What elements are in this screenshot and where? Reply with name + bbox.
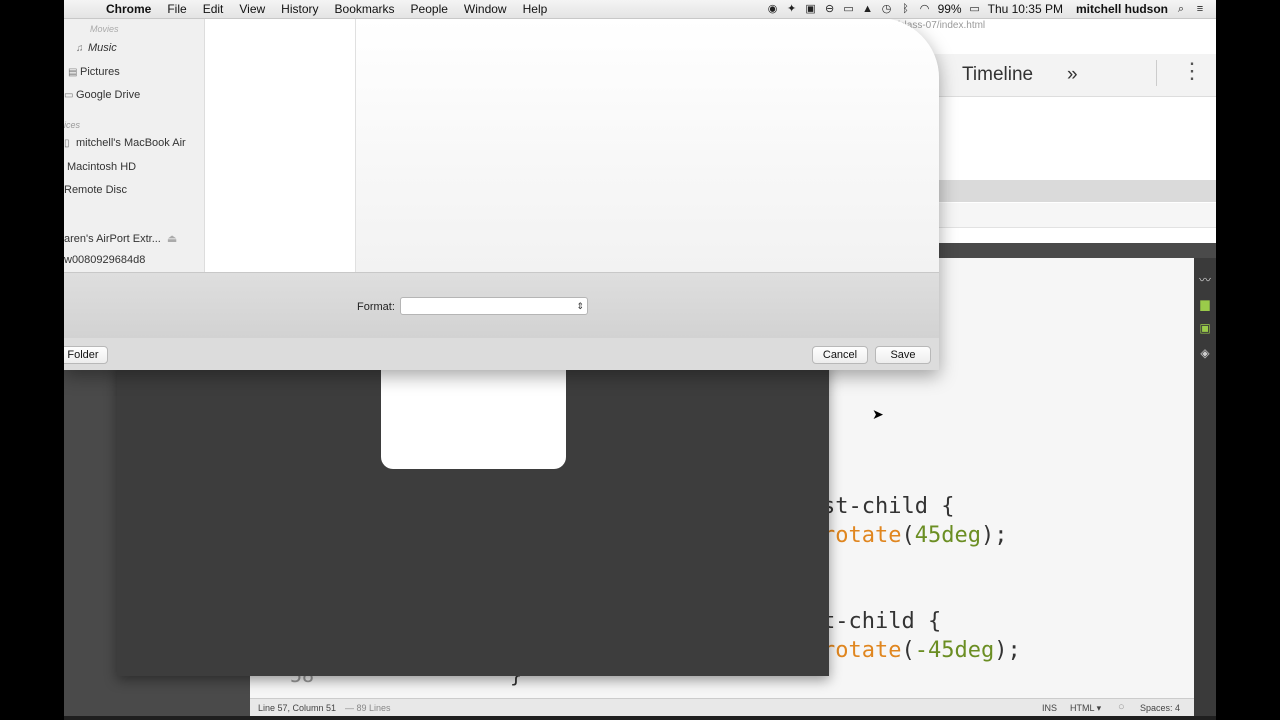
- menu-window[interactable]: Window: [456, 2, 515, 16]
- clock[interactable]: Thu 10:35 PM: [988, 2, 1063, 16]
- eject-icon[interactable]: ⏏: [167, 233, 177, 245]
- mouse-pointer-icon: ➤: [872, 406, 884, 422]
- dropbox-icon[interactable]: ✦: [786, 3, 798, 15]
- insert-mode[interactable]: INS: [1042, 703, 1057, 713]
- airplay-icon[interactable]: ▲: [862, 3, 874, 15]
- extension-icon[interactable]: ▆: [1198, 297, 1212, 311]
- sidebar-devices-header: ices: [64, 120, 81, 130]
- pictures-icon: ▤: [68, 67, 78, 78]
- tab-divider: [1156, 60, 1157, 86]
- code-line: rotate(45deg);: [822, 523, 1008, 548]
- music-icon: ♫: [76, 43, 84, 54]
- letterbox-left: [0, 0, 64, 720]
- kebab-menu-icon[interactable]: ⋮: [1181, 60, 1203, 82]
- menu-edit[interactable]: Edit: [195, 2, 232, 16]
- sidebar-item-macintosh-hd[interactable]: Macintosh HD: [67, 161, 136, 173]
- sidebar-item-macbook[interactable]: ▯ mitchell's MacBook Air: [64, 137, 186, 149]
- tab-timeline[interactable]: Timeline: [962, 64, 1033, 86]
- record-icon[interactable]: ◉: [767, 3, 779, 15]
- editor-statusbar: Line 57, Column 51 — 89 Lines INS HTML ▾…: [250, 698, 1194, 717]
- sidebar-item-google-drive[interactable]: ▭ Google Drive: [64, 89, 140, 101]
- battery-icon[interactable]: ▭: [969, 3, 981, 15]
- menu-bookmarks[interactable]: Bookmarks: [327, 2, 403, 16]
- display-icon[interactable]: ▭: [843, 3, 855, 15]
- browser-column[interactable]: [356, 18, 939, 272]
- sidebar-item-movies[interactable]: Movies: [90, 24, 119, 34]
- cursor-position[interactable]: Line 57, Column 51: [258, 703, 336, 713]
- language-selector[interactable]: HTML ▾: [1070, 703, 1101, 714]
- gift-icon[interactable]: ▣: [1198, 321, 1212, 335]
- time-machine-icon[interactable]: ◷: [881, 3, 893, 15]
- menu-file[interactable]: File: [159, 2, 194, 16]
- indent-setting[interactable]: Spaces: 4: [1140, 703, 1180, 713]
- dock-edge: [64, 716, 1216, 720]
- save-dialog: Movies ♫ Music ▤ Pictures ▭ Google Drive ic…: [64, 18, 939, 370]
- save-button[interactable]: Save: [875, 346, 931, 364]
- browser-column[interactable]: [205, 18, 356, 272]
- menu-app-name[interactable]: Chrome: [98, 2, 159, 16]
- format-bar: Format: ⇕: [64, 272, 939, 339]
- letterbox-right: [1216, 0, 1280, 720]
- menu-history[interactable]: History: [273, 2, 326, 16]
- cancel-button[interactable]: Cancel: [812, 346, 868, 364]
- laptop-icon: ▯: [64, 138, 70, 149]
- dialog-action-bar: Folder Cancel Save: [64, 338, 939, 370]
- format-select[interactable]: ⇕: [400, 297, 588, 315]
- code-line: t-child {: [822, 609, 942, 634]
- more-tabs-icon[interactable]: »: [1067, 64, 1078, 86]
- mac-menubar: Chrome File Edit View History Bookmarks …: [64, 0, 1216, 19]
- new-folder-button[interactable]: Folder: [64, 346, 108, 364]
- bluetooth-icon[interactable]: ᛒ: [900, 3, 912, 15]
- sidebar-item-remote-disc[interactable]: Remote Disc: [64, 184, 127, 196]
- screen: Chrome File Edit View History Bookmarks …: [64, 0, 1216, 720]
- sync-icon[interactable]: ⊖: [824, 3, 836, 15]
- lint-status-icon[interactable]: ○: [1118, 701, 1125, 713]
- preview-window: [117, 360, 829, 676]
- finder-sidebar: Movies ♫ Music ▤ Pictures ▭ Google Drive ic…: [64, 18, 205, 272]
- spotlight-icon[interactable]: ⌕: [1175, 3, 1187, 15]
- sidebar-item-airport[interactable]: aren's AirPort Extr... ⏏: [64, 232, 177, 245]
- activity-icon[interactable]: 〰: [1198, 273, 1212, 287]
- menu-view[interactable]: View: [231, 2, 273, 16]
- menubar-status-area: ◉ ✦ ▣ ⊖ ▭ ▲ ◷ ᛒ ◠ 99% ▭ Thu 10:35 PM mit…: [767, 2, 1216, 16]
- sidebar-item-network-device[interactable]: w0080929684d8: [64, 254, 145, 266]
- code-line: rotate(-45deg);: [822, 638, 1021, 663]
- editor-right-rail: 〰 ▆ ▣ ◈: [1194, 258, 1216, 720]
- updown-chevron-icon: ⇕: [576, 301, 584, 311]
- line-count: — 89 Lines: [345, 703, 391, 713]
- layers-icon[interactable]: ◈: [1198, 346, 1212, 360]
- notification-center-icon[interactable]: ≡: [1194, 3, 1206, 15]
- format-label: Format:: [357, 301, 395, 313]
- screen-icon[interactable]: ▣: [805, 3, 817, 15]
- wifi-icon[interactable]: ◠: [919, 3, 931, 15]
- sidebar-item-pictures[interactable]: ▤ Pictures: [68, 66, 120, 78]
- user-name[interactable]: mitchell hudson: [1076, 2, 1168, 16]
- menu-help[interactable]: Help: [515, 2, 556, 16]
- preview-card: [381, 360, 566, 469]
- code-line: st-child {: [822, 494, 955, 519]
- folder-icon: ▭: [64, 90, 74, 101]
- sidebar-item-music[interactable]: ♫ Music: [76, 42, 117, 54]
- menu-people[interactable]: People: [403, 2, 456, 16]
- battery-percent[interactable]: 99%: [938, 2, 962, 16]
